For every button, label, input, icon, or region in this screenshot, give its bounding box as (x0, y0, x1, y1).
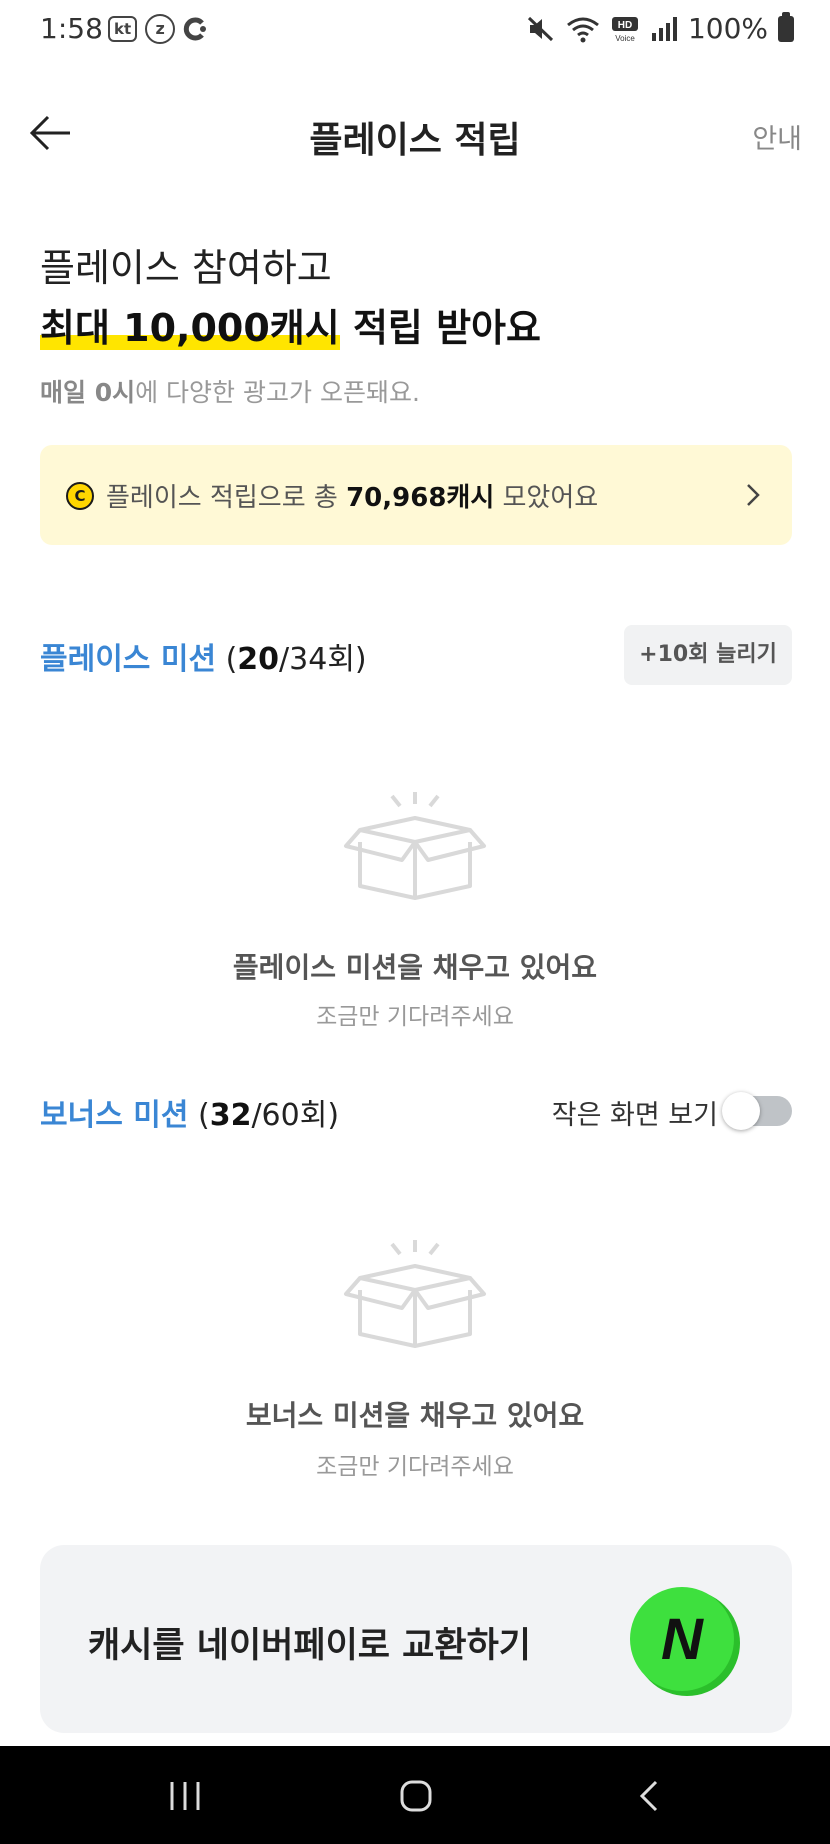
naver-n-icon: N (630, 1587, 740, 1696)
max-reward-highlight: 최대 10,000캐시 (40, 306, 340, 350)
add-10-missions-button[interactable]: +10회 늘리기 (624, 625, 792, 685)
bonus-mission-empty-title: 보너스 미션을 채우고 있어요 (245, 1399, 585, 1432)
home-icon[interactable] (398, 1774, 434, 1818)
exchange-naverpay-banner[interactable]: 캐시를 네이버페이로 교환하기 N (40, 1545, 792, 1733)
signal-icon (651, 16, 677, 41)
hero-subtitle: 매일 0시에 다양한 광고가 오픈돼요. (40, 373, 420, 409)
page-title: 플레이스 적립 (309, 120, 521, 161)
status-left-icons: kt z (108, 14, 209, 44)
summary-amount: 70,968캐시 (346, 483, 495, 513)
back-nav-icon[interactable] (638, 1774, 662, 1818)
bonus-mission-label: 보너스 미션 (40, 1098, 189, 1133)
small-view-toggle[interactable] (722, 1092, 792, 1130)
empty-box-icon (344, 792, 486, 900)
hero-subtitle-rest: 에 다양한 광고가 오픈돼요. (135, 378, 420, 407)
guide-link[interactable]: 안내 (752, 117, 802, 156)
accumulated-cash-banner[interactable]: C 플레이스 적립으로 총 70,968캐시 모았어요 (40, 445, 792, 545)
place-mission-empty-subtitle: 조금만 기다려주세요 (316, 1004, 514, 1030)
c-badge-icon (183, 17, 207, 41)
toggle-knob (722, 1092, 760, 1130)
summary-prefix: 플레이스 적립으로 총 (106, 483, 347, 513)
hero-headline-rest: 적립 받아요 (339, 306, 541, 350)
coin-icon: C (66, 482, 94, 510)
place-mission-current: 20 (237, 642, 280, 677)
small-view-label: 작은 화면 보기 (551, 1100, 718, 1131)
place-mission-title: 플레이스 미션 (20/34회) (40, 634, 367, 678)
exchange-naverpay-label: 캐시를 네이버페이로 교환하기 (88, 1626, 531, 1666)
place-mission-total: /34회) (279, 642, 367, 677)
app-header: 플레이스 적립 안내 (0, 95, 830, 175)
hero-headline: 플레이스 참여하고 (40, 246, 332, 290)
battery-percent: 100% (687, 12, 768, 45)
hero-headline-bold: 최대 10,000캐시 적립 받아요 (40, 297, 541, 352)
mute-icon (527, 16, 553, 41)
naver-n-letter: N (661, 1607, 704, 1672)
bonus-mission-total: /60회) (251, 1098, 340, 1133)
place-mission-empty-title: 플레이스 미션을 채우고 있어요 (232, 951, 598, 984)
hd-voice-icon: HD Voice (611, 16, 638, 43)
bonus-mission-empty-subtitle: 조금만 기다려주세요 (316, 1454, 514, 1480)
recent-apps-icon[interactable] (168, 1774, 202, 1818)
system-nav-bar (0, 1746, 830, 1844)
status-bar: 1:58 kt z HD Voice 100% (0, 0, 830, 60)
bonus-mission-title: 보너스 미션 (32/60회) (40, 1090, 339, 1134)
empty-box-icon (344, 1240, 486, 1348)
bonus-mission-paren: ( (188, 1098, 210, 1133)
place-mission-paren: ( (216, 642, 238, 677)
hero-subtitle-time: 매일 0시 (40, 378, 136, 407)
svg-text:HD: HD (618, 20, 632, 31)
chevron-right-icon (747, 484, 760, 506)
summary-suffix: 모았어요 (494, 483, 599, 513)
battery-icon (778, 11, 794, 42)
wifi-icon (567, 17, 599, 42)
place-mission-label: 플레이스 미션 (40, 642, 217, 677)
status-right-icons: HD Voice 100% (526, 11, 794, 45)
status-time: 1:58 (40, 12, 103, 45)
svg-text:Voice: Voice (615, 34, 635, 43)
z-badge-icon: z (145, 14, 176, 44)
bonus-mission-current: 32 (209, 1098, 252, 1133)
kt-badge-icon: kt (108, 16, 138, 42)
accumulated-cash-text: 플레이스 적립으로 총 70,968캐시 모았어요 (106, 477, 598, 514)
